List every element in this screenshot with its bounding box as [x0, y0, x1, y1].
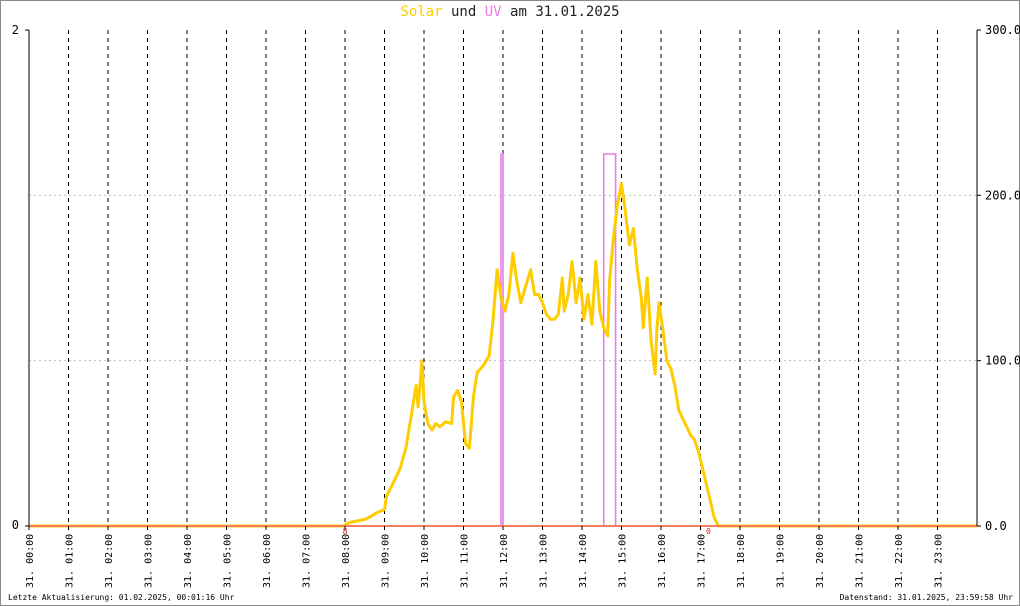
x-tick-label: 31. 06:00 — [262, 534, 273, 588]
x-tick-label: 31. 17:00 — [697, 534, 708, 588]
y-left-tick-label: 0 — [12, 518, 19, 532]
y-right-tick-label: 0.0 — [985, 519, 1007, 533]
x-tick-label: 31. 00:00 — [25, 534, 36, 588]
label-layer: 31. 00:00 31. 01:00 31. 02:00 31. 03:00 31. … — [12, 23, 1020, 588]
x-tick-label: 31. 15:00 — [618, 534, 629, 588]
series-uv-line — [29, 153, 977, 527]
x-tick-label: 31. 13:00 — [539, 534, 550, 588]
y-right-tick-label: 200.0 — [985, 188, 1020, 202]
y-right-tick-label: 100.0 — [985, 354, 1020, 368]
x-tick-label: 31. 04:00 — [183, 534, 194, 588]
x-tick-label: 31. 19:00 — [776, 534, 787, 588]
solar-uv-chart: 31. 00:00 31. 01:00 31. 02:00 31. 03:00 31. … — [12, 23, 1020, 588]
x-tick-label: 31. 20:00 — [815, 534, 826, 588]
x-tick-label: 31. 10:00 — [420, 534, 431, 588]
footer-last-update: Letzte Aktualisierung: 01.02.2025, 00:01… — [8, 593, 235, 602]
x-tick-label: 31. 03:00 — [144, 534, 155, 588]
x-tick-label: 31. 22:00 — [894, 534, 905, 588]
x-tick-label: 31. 14:00 — [578, 534, 589, 588]
baseline-marker-label: 0 — [706, 527, 711, 536]
x-tick-label: 31. 16:00 — [657, 534, 668, 588]
y-right-tick-label: 300.0 — [985, 23, 1020, 37]
x-tick-label: 31. 18:00 — [736, 534, 747, 588]
x-tick-label: 31. 09:00 — [381, 534, 392, 588]
x-tick-label: 31. 23:00 — [934, 534, 945, 588]
footer-data-status: Datenstand: 31.01.2025, 23:59:58 Uhr — [839, 593, 1013, 602]
x-tick-label: 31. 12:00 — [499, 534, 510, 588]
x-tick-label: 31. 07:00 — [302, 534, 313, 588]
x-tick-label: 31. 11:00 — [460, 534, 471, 588]
baseline-marker-label: 8 — [343, 527, 348, 536]
x-tick-label: 31. 05:00 — [223, 534, 234, 588]
x-tick-label: 31. 02:00 — [104, 534, 115, 588]
x-tick-label: 31. 21:00 — [855, 534, 866, 588]
x-tick-label: 31. 08:00 — [341, 534, 352, 588]
x-tick-label: 31. 01:00 — [65, 534, 76, 588]
series-layer — [29, 153, 977, 528]
y-left-tick-label: 2 — [12, 23, 19, 37]
